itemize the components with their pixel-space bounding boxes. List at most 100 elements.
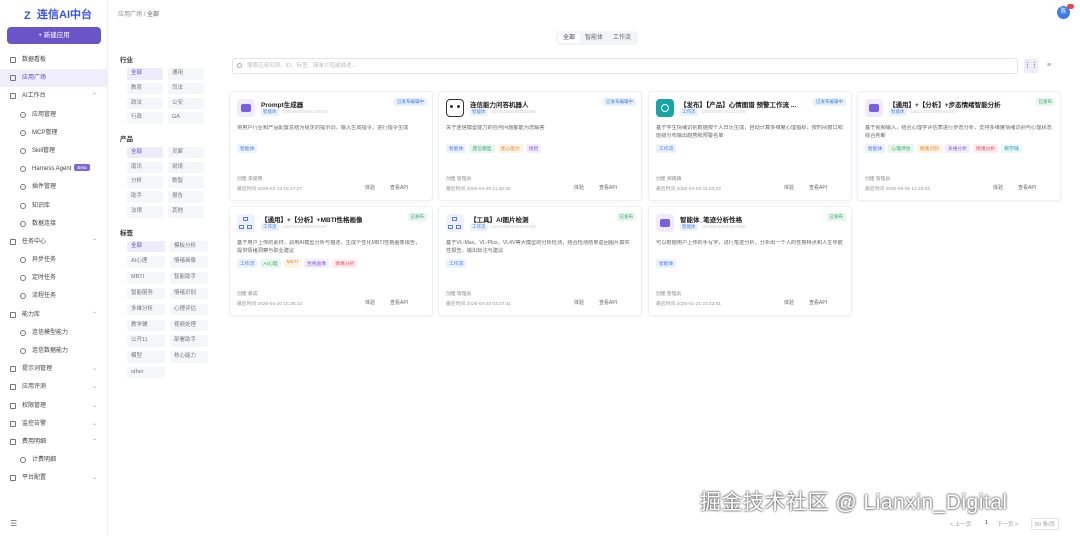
filter-option[interactable]: 全部 (127, 146, 163, 159)
new-app-button[interactable]: + 新建应用 (7, 27, 101, 44)
sidebar-item[interactable]: 连信模型能力 (0, 324, 107, 342)
sidebar-item[interactable]: MCP管理 (0, 124, 107, 142)
filter-option[interactable]: 公开11 (127, 335, 165, 347)
filter-option[interactable]: 教育 (127, 82, 163, 95)
app-card[interactable]: 智能体_笔迹分析性格 智能体 132059113001827850 已发布 可以根据用户… (648, 206, 852, 316)
page-number[interactable]: 1 (985, 520, 988, 526)
view-api-button[interactable]: 查看API (599, 184, 617, 191)
filter-option[interactable]: 全部 (127, 68, 163, 80)
view-api-button[interactable]: 查看API (809, 299, 827, 306)
try-button[interactable]: 体验 (993, 184, 1003, 191)
sidebar-item[interactable]: 应用评测 ⌄ (0, 378, 107, 396)
sidebar-item[interactable]: 异步任务 (0, 251, 107, 269)
sidebar-item[interactable]: 应用管理 (0, 106, 107, 124)
filter-option[interactable]: 报告 (168, 191, 204, 203)
app-card[interactable]: Prompt生成器 智能体 134649287690139720 已发布编辑中 将用户行… (229, 91, 433, 201)
page-size-select[interactable]: 50 条/页 (1031, 518, 1060, 530)
app-icon (656, 214, 674, 232)
grid-view-icon[interactable]: ⋮⋮ (1024, 59, 1038, 73)
menu-item-icon (10, 402, 16, 409)
filter-option[interactable]: 智能服务 (127, 287, 165, 300)
sidebar-item[interactable]: 流程任务 (0, 287, 107, 305)
filter-option[interactable]: 分析 (127, 176, 163, 188)
sidebar-item[interactable]: 数据看板 (0, 51, 107, 69)
app-card[interactable]: 【通用】+【分析】+步态情绪智能分析 智能体 135127627107093400 已… (857, 91, 1061, 201)
search-input[interactable]: 搜索应用名称、ID、标签、简单介绍或描述... (232, 58, 1018, 74)
filter-option[interactable]: 视频处理 (170, 319, 208, 332)
filter-option[interactable]: 教学辅 (127, 319, 165, 332)
try-button[interactable]: 体验 (365, 299, 375, 306)
filter-option[interactable]: 法律 (127, 206, 163, 218)
filter-option[interactable]: 模型 (127, 351, 165, 363)
filter-option[interactable]: 模板分析 (170, 240, 208, 253)
view-api-button[interactable]: 查看API (1018, 184, 1036, 191)
filter-option[interactable]: 部署助手 (170, 335, 208, 347)
filter-option[interactable]: 通用 (168, 68, 204, 80)
breadcrumb-parent[interactable]: 应用广场 (118, 12, 142, 18)
try-button[interactable]: 体验 (574, 299, 584, 306)
sidebar-item[interactable]: 知识库 (0, 197, 107, 215)
view-api-button[interactable]: 查看API (599, 299, 617, 306)
sidebar-item[interactable]: AI工作台 ⌃ (0, 87, 107, 105)
sidebar-item[interactable]: Skill管理 (0, 142, 107, 160)
list-view-icon[interactable]: ≡ (1042, 59, 1056, 73)
card-tag: MBTI (283, 259, 302, 268)
filter-option[interactable]: AI心理 (127, 256, 165, 268)
filter-option[interactable]: 数智 (168, 176, 204, 188)
app-card[interactable]: 【发布】【产品】心情图谱 预警工作流 ... 工作流 134437597751215… (648, 91, 852, 201)
filter-option[interactable]: 情绪画像 (170, 256, 208, 268)
sidebar-item[interactable]: 权限管理 ⌄ (0, 397, 107, 415)
filter-option[interactable]: 锐境 (168, 161, 204, 174)
sidebar-item[interactable]: 数据连接 (0, 215, 107, 233)
view-api-button[interactable]: 查看API (390, 299, 408, 306)
filter-option[interactable]: MBTI (127, 272, 165, 284)
search-icon (237, 63, 242, 68)
sidebar-item[interactable]: 提示词管理 ⌄ (0, 360, 107, 378)
collapse-sidebar-icon[interactable]: ☰ (10, 519, 17, 528)
filter-option[interactable]: 情绪识别 (170, 287, 208, 300)
try-button[interactable]: 体验 (784, 299, 794, 306)
filter-option[interactable]: 灵犀 (168, 146, 204, 159)
sidebar-item[interactable]: 任务中心 ⌃ (0, 233, 107, 251)
try-button[interactable]: 体验 (365, 184, 375, 191)
sidebar-item[interactable]: 平台配置 ⌄ (0, 469, 107, 487)
sidebar-item[interactable]: 计费明细 (0, 451, 107, 469)
app-card[interactable]: 连信能力问答机器人 智能体 137442668400331060 已发布编辑中 关于连信… (438, 91, 642, 201)
filter-option[interactable]: 行政 (127, 112, 163, 124)
sidebar-item[interactable]: 监控告警 ⌄ (0, 415, 107, 433)
card-description: 可以根据用户上传的手写字，进行笔迹分析，分析出一个人的性格特点和人生导航 (656, 240, 843, 246)
view-api-button[interactable]: 查看API (390, 184, 408, 191)
filter-option[interactable]: 司法 (168, 82, 204, 95)
try-button[interactable]: 体验 (784, 184, 794, 191)
filter-option[interactable]: 心理评估 (170, 303, 208, 316)
filter-option[interactable]: 核心能力 (170, 351, 208, 363)
sidebar-item[interactable]: Harness Agent Beta (0, 160, 107, 178)
sidebar-item[interactable]: 能力库 ⌃ (0, 306, 107, 324)
next-page-button[interactable]: 下一页 > (997, 520, 1018, 528)
try-button[interactable]: 体验 (574, 184, 584, 191)
sidebar-item[interactable]: 连信数据能力 (0, 342, 107, 360)
filter-option[interactable]: GA (168, 112, 204, 124)
sidebar-item[interactable]: 插件管理 (0, 178, 107, 196)
prev-page-button[interactable]: < 上一页 (950, 520, 971, 528)
app-card[interactable]: 【工具】AI图片检测 工作流 134434561053032335 已发布 基于VL-M… (438, 206, 642, 316)
filter-option[interactable]: 全部 (127, 240, 165, 253)
user-avatar[interactable]: 陈 (1057, 4, 1074, 19)
filter-option[interactable]: other (127, 366, 165, 379)
sidebar-item[interactable]: 定时任务 (0, 269, 107, 287)
filter-option[interactable]: 多维分析 (127, 303, 165, 316)
filter-option[interactable]: 公安 (168, 97, 204, 110)
app-card[interactable]: 【通用】+【分析】+MBTI性格画像 工作流 135752479980037027 已… (229, 206, 433, 316)
view-api-button[interactable]: 查看API (809, 184, 827, 191)
filter-option[interactable]: 其他 (168, 206, 204, 218)
sidebar-item[interactable]: 费用明细 ⌃ (0, 433, 107, 451)
segment-tab[interactable]: 智能体 (580, 33, 608, 43)
card-tags: 工作流 (656, 144, 677, 153)
filter-option[interactable]: 智能助手 (170, 272, 208, 284)
segment-tab[interactable]: 全部 (558, 33, 581, 43)
filter-option[interactable]: 政法 (127, 97, 163, 110)
filter-option[interactable]: 南讯 (127, 161, 163, 174)
filter-option[interactable]: 助手 (127, 191, 163, 203)
sidebar-item[interactable]: 应用广场 (0, 69, 107, 88)
segment-tab[interactable]: 工作流 (608, 33, 636, 43)
